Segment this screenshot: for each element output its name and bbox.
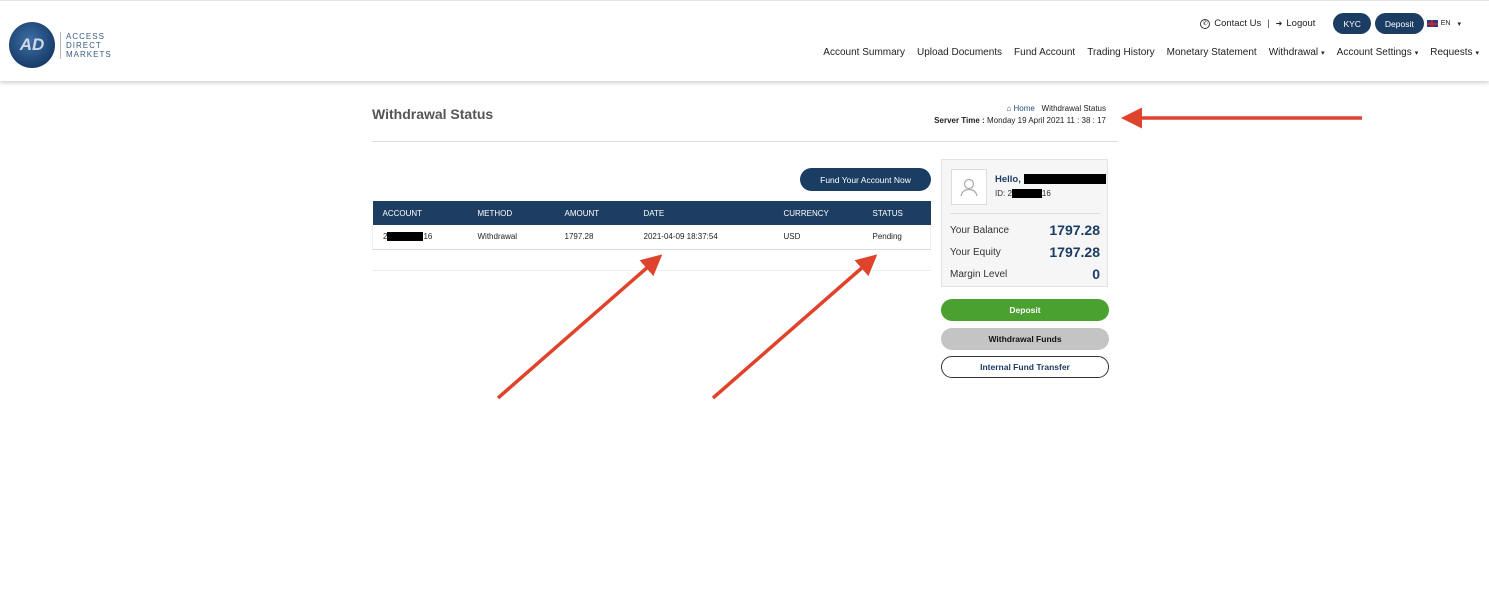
user-icon: [960, 178, 978, 197]
breadcrumb-home-label: Home: [1013, 104, 1035, 113]
language-label: EN: [1440, 20, 1451, 27]
divider: [372, 141, 1118, 142]
breadcrumb-current: Withdrawal Status: [1041, 104, 1106, 113]
logo-line: ACCESS: [66, 31, 105, 41]
page-title: Withdrawal Status: [372, 106, 494, 122]
chevron-down-icon: ▾: [1457, 20, 1461, 28]
separator: |: [1267, 18, 1270, 29]
server-time-label: Server Time :: [934, 116, 985, 125]
account-suffix: 16: [423, 232, 433, 242]
greeting-label: Hello,: [995, 174, 1021, 185]
server-time: Monday 19 April 2021 11 : 38 : 17: [986, 116, 1106, 125]
arrow-status: [711, 254, 878, 400]
kyc-button[interactable]: KYC: [1333, 13, 1371, 34]
cell-status: Pending: [862, 225, 931, 250]
cell-amount: 1797.28: [554, 225, 634, 250]
greeting: Hello,: [995, 174, 1106, 185]
margin-row: Margin Level 0: [950, 266, 1100, 282]
logo-mark: AD: [9, 22, 55, 68]
margin-label: Margin Level: [950, 268, 1008, 280]
nav-account-summary[interactable]: Account Summary: [823, 47, 905, 58]
balance-label: Your Balance: [950, 224, 1010, 236]
margin-value: 0: [1092, 266, 1100, 282]
caret-down-icon: ▾: [1475, 50, 1479, 57]
cell-currency: USD: [773, 225, 863, 250]
equity-label: Your Equity: [950, 246, 1001, 258]
contact-us-link[interactable]: ✆ Contact Us: [1200, 18, 1261, 29]
redaction: [387, 232, 424, 242]
divider: [372, 270, 931, 271]
cell-date: 2021-04-09 18:37:54: [633, 225, 774, 250]
nav-account-settings[interactable]: Account Settings ▾: [1337, 47, 1419, 58]
nav-withdrawal[interactable]: Withdrawal ▾: [1269, 47, 1325, 58]
logo-text: ACCESS DIRECT MARKETS: [60, 31, 112, 59]
table-row: 2 16 Withdrawal 1797.28 2021-04-09 18:37:…: [372, 225, 931, 250]
col-date: DATE: [633, 201, 774, 225]
contact-us-label: Contact Us: [1214, 18, 1262, 29]
nav-trading-history[interactable]: Trading History: [1087, 47, 1154, 58]
nav-label: Withdrawal: [1268, 47, 1319, 58]
deposit-button[interactable]: Deposit: [941, 299, 1109, 321]
top-bar: ✆ Contact Us | ➜ Logout KYC Deposit EN ▾: [1200, 13, 1461, 34]
arrow-date: [496, 254, 663, 400]
nav-label: Requests: [1430, 47, 1473, 58]
withdrawal-table: ACCOUNT METHOD AMOUNT DATE CURRENCY STAT…: [372, 201, 931, 250]
nav-upload-documents[interactable]: Upload Documents: [917, 47, 1002, 58]
equity-row: Your Equity 1797.28: [950, 244, 1100, 260]
col-status: STATUS: [862, 201, 931, 225]
nav-fund-account[interactable]: Fund Account: [1014, 47, 1075, 58]
logo-line: MARKETS: [66, 49, 112, 59]
nav-monetary-statement[interactable]: Monetary Statement: [1167, 47, 1257, 58]
breadcrumb: ⌂ Home Withdrawal Status Server Time : M…: [934, 103, 1106, 127]
nav-label: Account Settings: [1336, 47, 1412, 58]
fund-account-button[interactable]: Fund Your Account Now: [800, 168, 931, 191]
redaction: [1023, 174, 1106, 185]
logo[interactable]: AD ACCESS DIRECT MARKETS: [9, 22, 112, 68]
deposit-top-button[interactable]: Deposit: [1374, 13, 1424, 34]
withdrawal-funds-button[interactable]: Withdrawal Funds: [941, 328, 1109, 350]
nav-requests[interactable]: Requests ▾: [1430, 47, 1479, 58]
divider: [950, 213, 1100, 214]
language-select[interactable]: EN ▾: [1426, 20, 1461, 28]
user-id-suffix: 16: [1041, 189, 1051, 198]
logo-line: DIRECT: [66, 40, 102, 50]
cell-method: Withdrawal: [467, 225, 555, 250]
main-nav: Account Summary Upload Documents Fund Ac…: [823, 47, 1479, 58]
logout-icon: ➜: [1275, 19, 1283, 28]
logout-label: Logout: [1286, 18, 1316, 29]
home-icon: ⌂: [1006, 104, 1012, 113]
col-amount: AMOUNT: [554, 201, 634, 225]
internal-transfer-button[interactable]: Internal Fund Transfer: [941, 356, 1109, 378]
user-id-prefix: ID: 2: [995, 189, 1012, 198]
cell-account: 2 16: [372, 225, 468, 250]
header: AD ACCESS DIRECT MARKETS ✆ Contact Us | ➜…: [0, 0, 1489, 81]
annotation-arrows: [496, 107, 1362, 400]
breadcrumb-home[interactable]: ⌂ Home: [1006, 104, 1034, 113]
balance-value: 1797.28: [1049, 222, 1100, 238]
col-currency: CURRENCY: [773, 201, 863, 225]
user-id: ID: 2 16: [995, 189, 1051, 199]
avatar: [951, 169, 987, 205]
redaction: [1011, 189, 1042, 199]
col-method: METHOD: [467, 201, 555, 225]
balance-row: Your Balance 1797.28: [950, 222, 1100, 238]
equity-value: 1797.28: [1049, 244, 1100, 260]
caret-down-icon: ▾: [1414, 50, 1419, 57]
col-account: ACCOUNT: [372, 201, 468, 225]
caret-down-icon: ▾: [1321, 50, 1325, 57]
uk-flag-icon: [1426, 20, 1438, 27]
profile-card: Hello, ID: 2 16 Your Balance 1797.28 Your …: [941, 159, 1108, 287]
phone-icon: ✆: [1200, 18, 1211, 29]
logout-link[interactable]: ➜ Logout: [1276, 18, 1316, 29]
